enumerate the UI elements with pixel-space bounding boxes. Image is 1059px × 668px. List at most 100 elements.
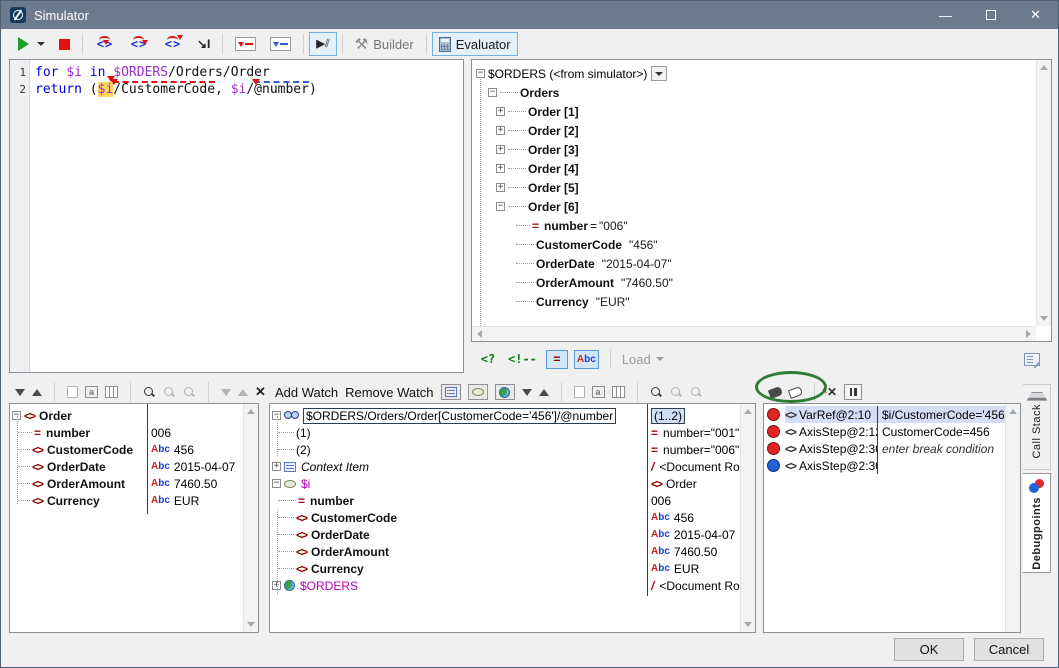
pause-toggle[interactable] <box>844 384 862 400</box>
builder-button[interactable]: ⚒Builder <box>348 32 421 56</box>
breakpoint-dot-icon[interactable] <box>767 442 780 455</box>
watch-row[interactable]: OrderDate2015-04-07 <box>270 526 755 543</box>
result-pane[interactable]: −Order number006 CustomerCode456 OrderDa… <box>9 403 259 633</box>
watch-pane[interactable]: −$ORDERS/Orders/Order[CustomerCode='456'… <box>269 403 756 633</box>
tree-row[interactable]: +Order [3] <box>476 140 1035 159</box>
debugpoint-row[interactable]: VarRef@2:10$i/CustomerCode='456' <box>764 406 1020 423</box>
run-to-cursor-button[interactable]: ↘I <box>190 32 217 56</box>
expand-icon[interactable]: + <box>496 164 505 173</box>
tree-row[interactable]: +Order [2] <box>476 121 1035 140</box>
show-globals-toggle[interactable] <box>495 384 515 400</box>
breakpoint-tag-icon[interactable] <box>768 386 783 399</box>
source-tree-pane[interactable]: −$ORDERS (<from simulator>) −Orders +Ord… <box>471 59 1052 342</box>
expand-icon[interactable]: + <box>496 107 505 116</box>
vertical-scrollbar[interactable] <box>1005 404 1020 632</box>
watch-row[interactable]: +Context Item<Document Root> <box>270 458 755 475</box>
step-out-button[interactable]: <> <box>122 32 156 56</box>
minimize-button[interactable]: — <box>923 1 968 29</box>
remove-watch-button[interactable]: Remove Watch <box>345 385 433 400</box>
vertical-scrollbar[interactable] <box>243 404 258 632</box>
tree-root-row[interactable]: −$ORDERS (<from simulator>) <box>476 64 1035 83</box>
next-result-icon[interactable] <box>15 389 25 396</box>
tracepoint-tag-icon[interactable] <box>788 386 803 399</box>
tab-call-stack[interactable]: Call Stack <box>1023 384 1051 470</box>
tree-row[interactable]: CustomerCode456 <box>10 441 258 458</box>
tree-row[interactable]: +Order [4] <box>476 159 1035 178</box>
evaluator-button[interactable]: Evaluator <box>432 32 518 56</box>
watch-row[interactable]: CustomerCode456 <box>270 509 755 526</box>
add-watch-button[interactable]: Add Watch <box>275 385 338 400</box>
collapse-icon[interactable]: − <box>272 479 281 488</box>
delete-debugpoint-icon[interactable]: ✕ <box>827 385 837 399</box>
edit-source-icon[interactable] <box>1024 353 1040 366</box>
tree-row[interactable]: Currency"EUR" <box>476 292 1035 311</box>
prev-icon[interactable] <box>539 389 549 396</box>
maximize-button[interactable] <box>968 1 1013 29</box>
expand-icon[interactable]: + <box>272 462 281 471</box>
source-select-dropdown[interactable] <box>651 66 667 81</box>
watch-row[interactable]: −$iOrder <box>270 475 755 492</box>
show-pi-toggle[interactable]: <? <box>477 350 499 369</box>
run-button[interactable] <box>11 32 52 56</box>
step-into-button[interactable]: <> <box>88 32 122 56</box>
collapse-icon[interactable]: − <box>496 202 505 211</box>
watch-row[interactable]: −$ORDERS/Orders/Order[CustomerCode='456'… <box>270 407 755 424</box>
next-icon[interactable] <box>522 389 532 396</box>
show-watches-toggle[interactable] <box>441 384 461 400</box>
tree-row[interactable]: −Order <box>10 407 258 424</box>
show-names-icon[interactable]: a <box>85 386 98 398</box>
move-down-icon[interactable] <box>221 389 231 396</box>
clear-icon[interactable]: ✕ <box>255 384 266 400</box>
xquery-editor[interactable]: 1 2 for $i in $ORDERS/Orders/Order retur… <box>9 59 464 373</box>
watch-row[interactable]: +$ORDERS<Document Root> <box>270 577 755 594</box>
tree-row[interactable]: OrderDate2015-04-07 <box>10 458 258 475</box>
tree-row[interactable]: number="006" <box>476 216 1035 235</box>
tab-debugpoints[interactable]: Debugpoints <box>1023 473 1051 573</box>
prev-result-icon[interactable] <box>32 389 42 396</box>
search-prev-icon[interactable] <box>690 386 703 399</box>
search-icon[interactable] <box>650 386 663 399</box>
search-next-icon[interactable] <box>670 386 683 399</box>
expand-icon[interactable]: + <box>496 126 505 135</box>
load-dropdown[interactable]: Load <box>622 352 664 367</box>
trace-toggle-button[interactable]: ▶⫽ <box>309 32 336 56</box>
show-names-icon[interactable]: a <box>592 386 605 398</box>
collapse-icon[interactable]: − <box>476 69 485 78</box>
code-line-1[interactable]: for $i in $ORDERS/Orders/Order <box>35 64 317 81</box>
ok-button[interactable]: OK <box>894 638 964 661</box>
move-up-icon[interactable] <box>238 389 248 396</box>
tree-row[interactable]: −Orders <box>476 83 1035 102</box>
cancel-button[interactable]: Cancel <box>974 638 1044 661</box>
watch-row[interactable]: CurrencyEUR <box>270 560 755 577</box>
step-over-button[interactable]: <> <box>156 32 190 56</box>
close-button[interactable]: ✕ <box>1013 1 1058 29</box>
horizontal-scrollbar[interactable] <box>472 326 1036 341</box>
debugpoints-pane[interactable]: VarRef@2:10$i/CustomerCode='456' AxisSte… <box>763 403 1021 633</box>
watch-row[interactable]: (2)number="006" <box>270 441 755 458</box>
watch-row[interactable]: OrderAmount7460.50 <box>270 543 755 560</box>
tree-row[interactable]: −Order [6] <box>476 197 1035 216</box>
show-text-toggle[interactable] <box>574 350 599 369</box>
tree-row[interactable]: +Order [5] <box>476 178 1035 197</box>
code-line-2[interactable]: return ($i/CustomerCode, $i/@number) <box>35 81 317 98</box>
tree-row[interactable]: OrderAmount"7460.50" <box>476 273 1035 292</box>
show-attributes-toggle[interactable]: = <box>546 350 568 369</box>
columns-icon[interactable] <box>612 386 625 398</box>
copy-icon[interactable] <box>67 386 78 398</box>
search-icon[interactable] <box>143 386 156 399</box>
expand-icon[interactable]: + <box>496 145 505 154</box>
watch-row[interactable]: (1)number="001" <box>270 424 755 441</box>
breakpoint-dot-icon[interactable] <box>767 408 780 421</box>
tree-row[interactable]: CustomerCode"456" <box>476 235 1035 254</box>
columns-icon[interactable] <box>105 386 118 398</box>
tree-row[interactable]: OrderDate"2015-04-07" <box>476 254 1035 273</box>
insert-breakpoint-button[interactable] <box>228 32 263 56</box>
collapse-icon[interactable]: − <box>488 88 497 97</box>
vertical-scrollbar[interactable] <box>740 404 755 632</box>
tree-row[interactable]: CurrencyEUR <box>10 492 258 509</box>
run-dropdown-icon[interactable] <box>37 42 45 46</box>
show-comments-toggle[interactable]: <!-- <box>505 350 540 369</box>
tree-row[interactable]: OrderAmount7460.50 <box>10 475 258 492</box>
tree-row[interactable]: +Order [1] <box>476 102 1035 121</box>
breakpoint-dot-icon[interactable] <box>767 425 780 438</box>
